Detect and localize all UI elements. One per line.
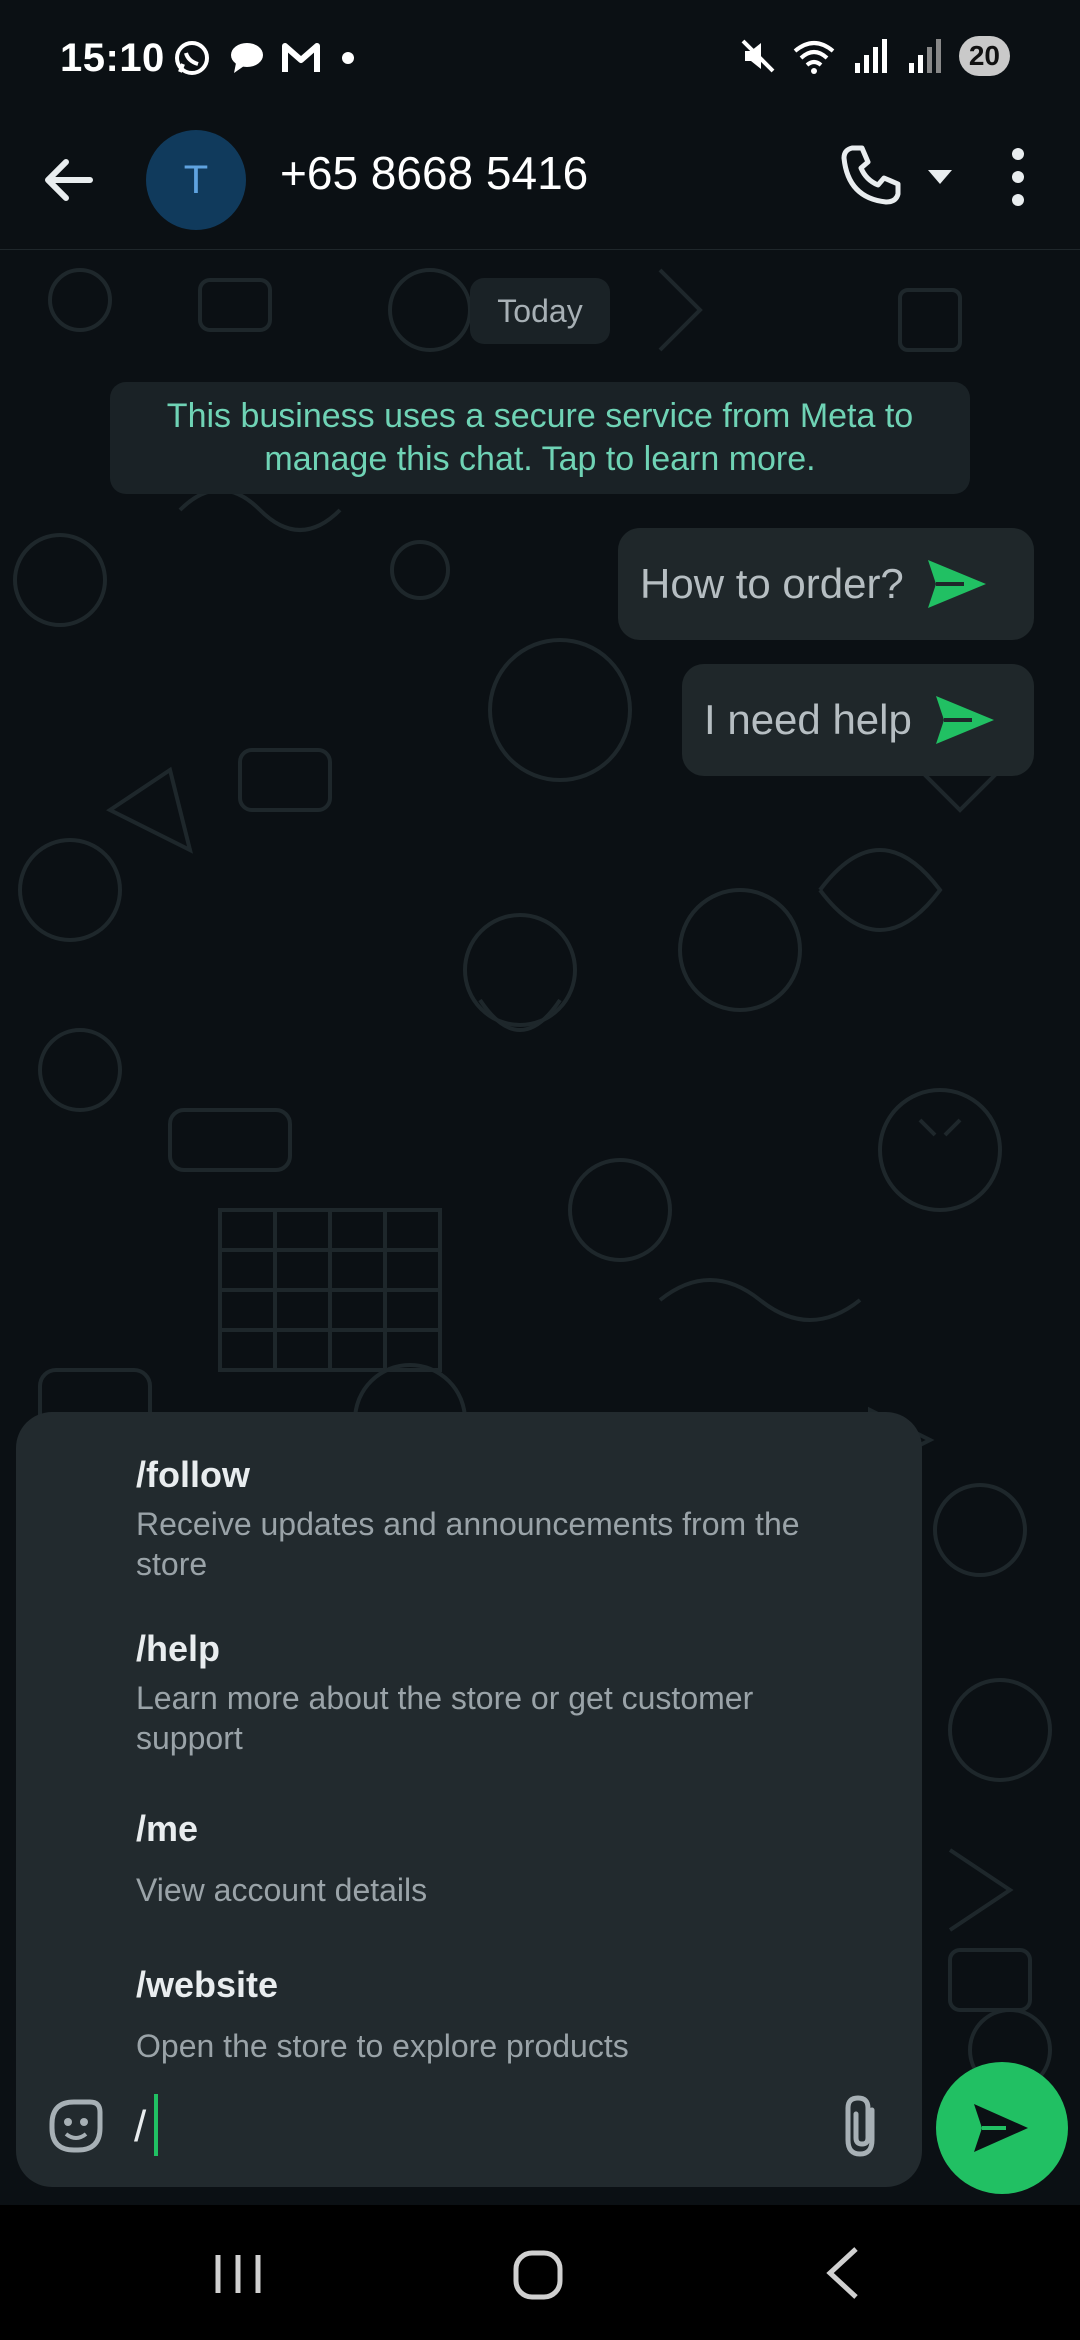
command-name: /help bbox=[136, 1628, 221, 1669]
command-description: View account details bbox=[136, 1872, 428, 1908]
outgoing-message[interactable]: I need help bbox=[682, 664, 1034, 776]
command-description: Learn more about the store or get custom… bbox=[136, 1678, 896, 1758]
system-icons: 20 bbox=[739, 36, 1010, 76]
command-description-line: support bbox=[136, 1720, 243, 1756]
command-item-me[interactable]: /me View account details bbox=[136, 1808, 896, 1910]
back-icon[interactable] bbox=[822, 2245, 862, 2301]
command-name: /me bbox=[136, 1808, 199, 1849]
message-input[interactable]: / bbox=[134, 2102, 146, 2152]
send-icon bbox=[974, 2104, 1028, 2152]
chevron-down-icon[interactable] bbox=[920, 156, 960, 196]
notice-line-1: This business uses a secure service from… bbox=[166, 397, 914, 435]
dot-icon bbox=[342, 52, 354, 64]
send-button[interactable] bbox=[936, 2062, 1068, 2194]
signal-icon bbox=[854, 39, 887, 73]
whatsapp-icon bbox=[175, 41, 209, 75]
home-icon[interactable] bbox=[512, 2249, 564, 2301]
notice-line-2: manage this chat. Tap to learn more. bbox=[264, 440, 816, 478]
contact-name[interactable]: +65 8668 5416 bbox=[280, 146, 588, 200]
command-item-help[interactable]: /help Learn more about the store or get … bbox=[136, 1628, 896, 1758]
gmail-icon bbox=[282, 43, 320, 72]
phone-icon[interactable] bbox=[836, 140, 906, 210]
wifi-icon bbox=[793, 41, 835, 74]
send-arrow-icon bbox=[927, 560, 986, 608]
back-arrow-icon[interactable] bbox=[36, 146, 104, 214]
attachment-icon[interactable] bbox=[832, 2092, 896, 2162]
message-text: How to order? bbox=[640, 560, 904, 607]
status-bar: 15:10 20 bbox=[0, 0, 1080, 120]
mute-icon bbox=[741, 39, 775, 73]
chat-icon bbox=[231, 43, 263, 73]
command-description-line: Receive updates and announcements from t… bbox=[136, 1506, 800, 1542]
command-description: Open the store to explore products bbox=[136, 2028, 629, 2064]
date-chip: Today bbox=[470, 278, 610, 344]
send-arrow-icon bbox=[935, 696, 994, 744]
recents-icon[interactable] bbox=[212, 2251, 264, 2297]
command-item-follow[interactable]: /follow Receive updates and announcement… bbox=[136, 1454, 896, 1584]
command-description: Receive updates and announcements from t… bbox=[136, 1504, 896, 1584]
status-time: 15:10 bbox=[60, 36, 165, 80]
signal-icon bbox=[908, 39, 941, 73]
message-text: I need help bbox=[704, 696, 912, 743]
system-navigation-bar bbox=[0, 2205, 1080, 2340]
avatar[interactable]: T bbox=[146, 130, 246, 230]
chat-header: T +65 8668 5416 bbox=[0, 120, 1080, 250]
command-name: /follow bbox=[136, 1454, 250, 1495]
outgoing-message[interactable]: How to order? bbox=[618, 528, 1034, 640]
notification-icons bbox=[172, 38, 360, 78]
command-description-line: store bbox=[136, 1546, 208, 1582]
business-info-notice[interactable]: This business uses a secure service from… bbox=[110, 382, 970, 494]
sticker-icon[interactable] bbox=[44, 2094, 108, 2158]
battery-indicator: 20 bbox=[958, 36, 1010, 76]
more-options-icon[interactable] bbox=[996, 142, 1040, 212]
command-suggestions-panel: /follow Receive updates and announcement… bbox=[16, 1412, 922, 2187]
message-input-row[interactable]: / bbox=[16, 2072, 922, 2182]
command-description-line: Learn more about the store or get custom… bbox=[136, 1680, 754, 1716]
text-cursor bbox=[154, 2094, 158, 2156]
command-name: /website bbox=[136, 1964, 279, 2005]
command-item-website[interactable]: /website Open the store to explore produ… bbox=[136, 1964, 896, 2066]
